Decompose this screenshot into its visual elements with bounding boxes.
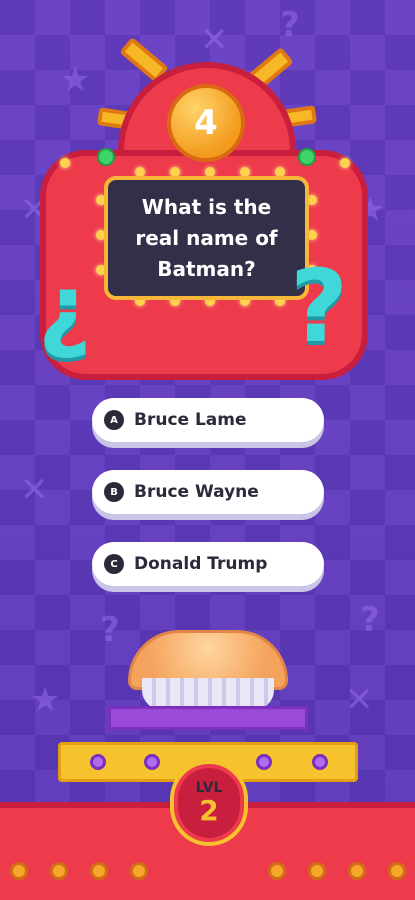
green-light-icon bbox=[298, 148, 316, 166]
question-mark-icon: ? bbox=[290, 248, 349, 365]
star-icon: ★ bbox=[60, 60, 91, 100]
floor-bulb-icon bbox=[10, 862, 28, 880]
question-icon: ? bbox=[280, 5, 300, 45]
question-text: What is the real name of Batman? bbox=[104, 176, 309, 300]
question-icon: ? bbox=[360, 600, 380, 640]
floor-bulb-icon bbox=[268, 862, 286, 880]
answer-letter-badge: A bbox=[104, 410, 124, 430]
answer-label: Bruce Wayne bbox=[134, 482, 259, 502]
bulb-icon bbox=[340, 158, 350, 168]
x-icon: ✕ bbox=[345, 680, 374, 720]
pie-stand-top bbox=[108, 706, 308, 730]
gem-icon bbox=[90, 754, 106, 770]
inverted-question-mark-icon: ¿ bbox=[38, 255, 92, 362]
bulb-icon bbox=[60, 158, 70, 168]
answer-option-c[interactable]: C Donald Trump bbox=[92, 542, 324, 586]
level-number: 2 bbox=[199, 794, 219, 827]
floor-bulb-icon bbox=[90, 862, 108, 880]
green-light-icon bbox=[97, 148, 115, 166]
floor-bulb-icon bbox=[50, 862, 68, 880]
star-icon: ★ bbox=[30, 680, 61, 720]
floor-bulb-icon bbox=[388, 862, 406, 880]
answer-letter-badge: B bbox=[104, 482, 124, 502]
gem-icon bbox=[144, 754, 160, 770]
question-number: 4 bbox=[167, 84, 245, 162]
answer-label: Donald Trump bbox=[134, 554, 268, 574]
x-icon: ✕ bbox=[200, 20, 229, 60]
floor-bulb-icon bbox=[348, 862, 366, 880]
answer-option-a[interactable]: A Bruce Lame bbox=[92, 398, 324, 442]
floor-bulb-icon bbox=[130, 862, 148, 880]
answer-label: Bruce Lame bbox=[134, 410, 247, 430]
gem-icon bbox=[312, 754, 328, 770]
answer-letter-badge: C bbox=[104, 554, 124, 574]
gem-icon bbox=[256, 754, 272, 770]
level-badge: LVL 2 bbox=[178, 768, 240, 838]
floor-bulb-icon bbox=[308, 862, 326, 880]
x-icon: ✕ bbox=[20, 470, 49, 510]
question-icon: ? bbox=[100, 610, 120, 650]
answer-option-b[interactable]: B Bruce Wayne bbox=[92, 470, 324, 514]
level-indicator: LVL 2 bbox=[170, 760, 248, 846]
